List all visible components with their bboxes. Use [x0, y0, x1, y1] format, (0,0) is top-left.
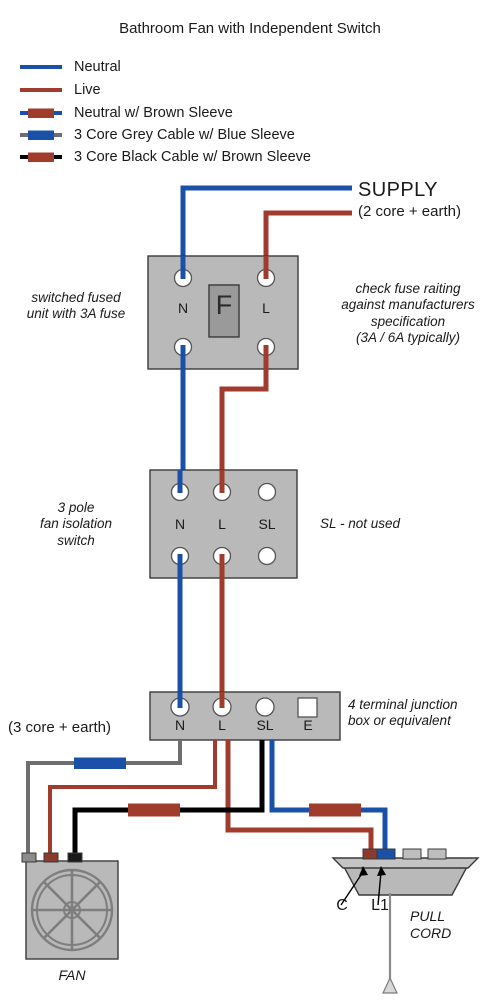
legend-label-neutral: Neutral: [74, 59, 121, 75]
junction-terminal-l: L: [218, 717, 226, 733]
legend-swatch-black-brown-sleeve: [20, 152, 62, 162]
isolator-terminal-sl: SL: [258, 516, 276, 532]
junction-box-note: 4 terminal junction box or equivalent: [348, 697, 458, 729]
fused-unit-caption: switched fused unit with 3A fuse: [26, 290, 126, 322]
legend-label-neutral-brown-sleeve: Neutral w/ Brown Sleeve: [74, 105, 233, 121]
legend-label-grey-blue-sleeve: 3 Core Grey Cable w/ Blue Sleeve: [74, 127, 295, 143]
legend-swatch-grey-blue-sleeve: [20, 130, 62, 140]
isolator-note: SL - not used: [320, 516, 401, 531]
legend-label-black-brown-sleeve: 3 Core Black Cable w/ Brown Sleeve: [74, 149, 311, 165]
junction-cable-label: (3 core + earth): [8, 719, 111, 736]
junction-terminal-sl: SL: [256, 717, 274, 733]
isolator-terminal-l: L: [218, 516, 226, 532]
fuse-rating-note: check fuse raiting against manufacturers…: [341, 281, 475, 346]
supply-live-wire: [263, 210, 352, 262]
fused-unit-terminal-l: L: [262, 300, 270, 316]
supply-heading: SUPPLY: [358, 179, 438, 201]
fuse-label: F: [215, 290, 233, 320]
junction-terminal-e: E: [303, 717, 313, 733]
fused-unit-terminal-n: N: [177, 300, 189, 316]
wiring-diagram: .blue { stroke:#1a50a8; fill:none; } .br…: [0, 0, 500, 1000]
black-cable-with-brown-sleeve: [72, 740, 265, 855]
legend-label-live: Live: [74, 82, 101, 98]
live-branch-to-pullcord: [225, 740, 374, 855]
fan-unit: [21, 852, 119, 960]
page-title: Bathroom Fan with Independent Switch: [119, 20, 381, 37]
pullcord-terminal-c: C: [336, 897, 348, 914]
junction-terminal-n: N: [174, 717, 186, 733]
legend-swatch-neutral-brown-sleeve: [20, 108, 62, 118]
fan-blades: [32, 870, 112, 950]
pull-cord-caption: PULL CORD: [410, 908, 452, 942]
supply-subtitle: (2 core + earth): [358, 203, 461, 220]
pullcord-terminal-l1: L1: [371, 897, 389, 914]
isolation-switch-caption: 3 pole fan isolation switch: [39, 500, 113, 548]
neutral-with-brown-sleeve-to-pullcord: [269, 740, 388, 855]
fan-caption: FAN: [58, 967, 86, 983]
isolator-terminal-n: N: [174, 516, 186, 532]
